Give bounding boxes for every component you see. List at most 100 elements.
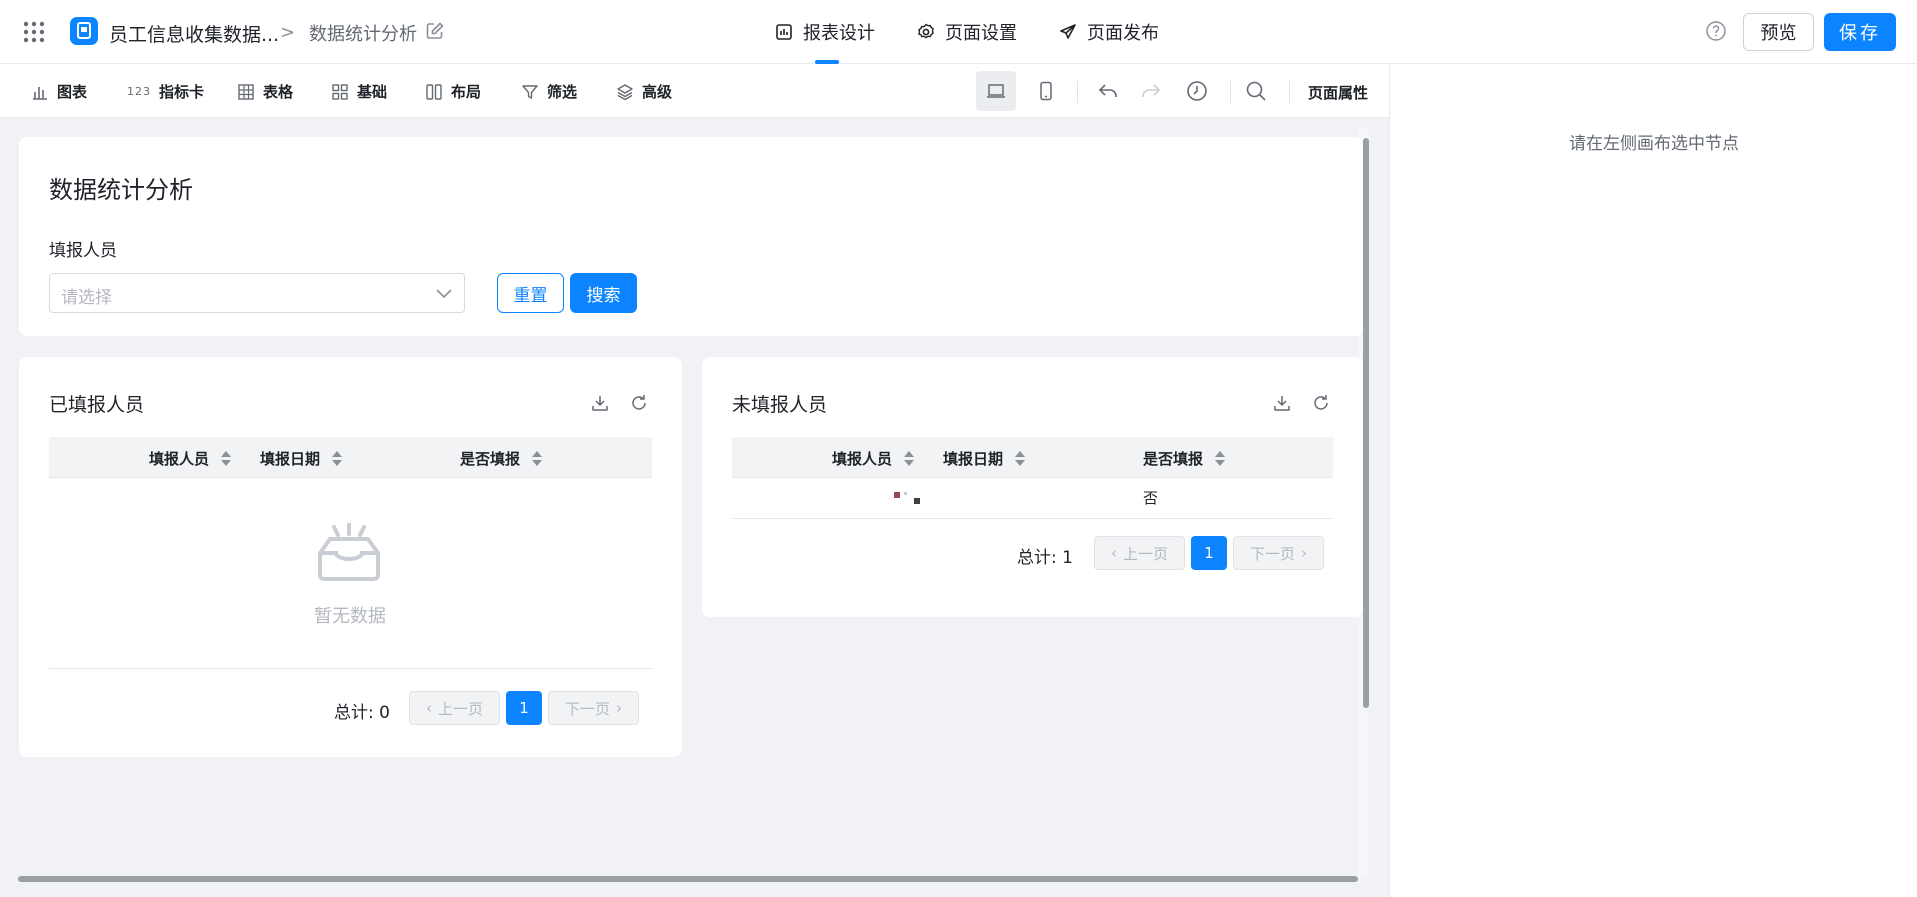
toolbar-label: 图表	[57, 83, 88, 101]
edit-icon[interactable]	[426, 22, 444, 40]
help-icon[interactable]	[1705, 20, 1727, 42]
sort-icon[interactable]	[221, 450, 232, 467]
person-select[interactable]: 请选择	[49, 273, 465, 313]
toolbar-label: 表格	[263, 83, 294, 101]
search-icon[interactable]	[1244, 79, 1268, 103]
tab-page-publish[interactable]: 页面发布	[1059, 0, 1159, 64]
laptop-icon	[987, 84, 1005, 98]
sort-icon[interactable]	[1015, 450, 1026, 467]
breadcrumb-separator: >	[280, 22, 296, 43]
layers-icon	[617, 83, 633, 100]
undo-icon[interactable]	[1096, 79, 1120, 103]
toolbar-basic[interactable]: 基础	[331, 81, 387, 102]
sort-icon[interactable]	[904, 450, 915, 467]
chevron-down-icon	[436, 289, 452, 299]
property-panel: 请在左侧画布选中节点	[1389, 65, 1917, 897]
redo-icon[interactable]	[1139, 79, 1163, 103]
chevron-right-icon: ›	[616, 699, 622, 717]
table-header: 填报人员 填报日期 是否填报	[732, 437, 1333, 478]
toolbar-advanced[interactable]: 高级	[616, 81, 672, 102]
send-icon	[1060, 24, 1076, 39]
tab-report-design[interactable]: 报表设计	[775, 0, 875, 64]
column-header-date[interactable]: 填报日期	[943, 448, 1026, 469]
toolbar-metric-card[interactable]: 123 指标卡	[127, 81, 204, 102]
report-icon	[776, 24, 792, 40]
filter-card[interactable]: 数据统计分析 填报人员 请选择 重置 搜索	[19, 137, 1363, 336]
vertical-scrollbar[interactable]	[1363, 138, 1369, 708]
page-name: 数据统计分析	[309, 24, 417, 45]
card-title: 未填报人员	[732, 394, 828, 416]
select-placeholder: 请选择	[61, 288, 112, 308]
chevron-right-icon: ›	[1301, 544, 1307, 562]
refresh-icon[interactable]	[629, 393, 649, 413]
chevron-left-icon: ‹	[425, 699, 432, 717]
card-title: 已填报人员	[49, 394, 145, 416]
toolbar-divider	[1289, 81, 1290, 103]
column-header-filled[interactable]: 是否填报	[1143, 448, 1226, 469]
current-page-button[interactable]: 1	[1191, 536, 1227, 570]
design-canvas[interactable]: 数据统计分析 填报人员 请选择 重置 搜索 已填报人员 填报人员 填报日期 是否…	[0, 118, 1389, 897]
number-icon: 123	[127, 85, 151, 98]
unfilled-persons-card[interactable]: 未填报人员 填报人员 填报日期 是否填报 否 总计: 1 ‹ 上一页 1 下一页 ›	[702, 357, 1363, 617]
basic-icon	[332, 83, 348, 100]
toolbar-label: 筛选	[547, 83, 578, 101]
toolbar-filter[interactable]: 筛选	[521, 81, 577, 102]
filled-status-cell: 否	[1143, 489, 1159, 507]
empty-box-icon	[318, 523, 380, 581]
filter-icon	[522, 84, 538, 99]
desktop-view-button[interactable]	[976, 71, 1016, 111]
download-icon[interactable]	[590, 393, 610, 413]
next-page-button[interactable]: 下一页 ›	[1233, 536, 1324, 570]
prev-page-button[interactable]: ‹ 上一页	[1094, 536, 1185, 570]
toolbar-divider	[1230, 81, 1231, 103]
table-row[interactable]: 否	[732, 478, 1333, 519]
tab-label: 报表设计	[803, 23, 875, 44]
avatar-icon	[894, 492, 920, 504]
bar-chart-icon	[33, 86, 47, 100]
sort-icon[interactable]	[1215, 450, 1226, 467]
toolbar-label: 高级	[642, 83, 673, 101]
refresh-icon[interactable]	[1311, 393, 1331, 413]
top-bar: 员工信息收集数据... > 数据统计分析 报表设计 页面设置 页面发布 预览 保…	[0, 0, 1917, 64]
table-header: 填报人员 填报日期 是否填报	[49, 437, 652, 478]
column-header-filled[interactable]: 是否填报	[460, 448, 543, 469]
design-tabs: 报表设计 页面设置 页面发布	[775, 0, 1201, 64]
app-name[interactable]: 员工信息收集数据...	[109, 20, 279, 47]
preview-button[interactable]: 预览	[1743, 13, 1814, 51]
filter-field-label: 填报人员	[49, 241, 117, 261]
table-footer-divider	[49, 668, 652, 669]
sort-icon[interactable]	[532, 450, 543, 467]
mobile-view-button[interactable]	[1026, 71, 1066, 111]
tab-page-settings[interactable]: 页面设置	[917, 0, 1017, 64]
page-title: 数据统计分析	[49, 176, 193, 204]
toolbar-table[interactable]: 表格	[237, 81, 293, 102]
filled-persons-card[interactable]: 已填报人员 填报人员 填报日期 是否填报 暂无数据 总计: 0 ‹ 上一页 1 下…	[19, 357, 682, 757]
layout-icon	[426, 83, 442, 100]
mobile-icon	[1040, 81, 1052, 101]
search-button[interactable]: 搜索	[570, 273, 637, 313]
toolbar-layout[interactable]: 布局	[425, 81, 481, 102]
history-icon[interactable]	[1185, 79, 1209, 103]
gear-icon	[918, 23, 934, 39]
column-header-person[interactable]: 填报人员	[832, 448, 915, 469]
app-grid-icon[interactable]	[22, 20, 46, 44]
next-page-button[interactable]: 下一页 ›	[548, 691, 639, 725]
column-header-date[interactable]: 填报日期	[260, 448, 343, 469]
reset-button[interactable]: 重置	[497, 273, 564, 313]
column-header-person[interactable]: 填报人员	[149, 448, 232, 469]
toolbar-label: 布局	[451, 83, 482, 101]
toolbar-divider	[1077, 81, 1078, 103]
page-properties-button[interactable]: 页面属性	[1308, 82, 1368, 103]
save-button[interactable]: 保存	[1824, 13, 1896, 51]
toolbar-chart[interactable]: 图表	[31, 81, 87, 102]
component-toolbar: 图表 123 指标卡 表格 基础 布局 筛选 高级 页面属性	[0, 65, 1389, 118]
download-icon[interactable]	[1272, 393, 1292, 413]
sort-icon[interactable]	[332, 450, 343, 467]
current-page-button[interactable]: 1	[506, 691, 542, 725]
horizontal-scrollbar[interactable]	[18, 876, 1358, 882]
tab-label: 页面设置	[945, 23, 1017, 44]
prev-page-button[interactable]: ‹ 上一页	[409, 691, 500, 725]
toolbar-label: 基础	[357, 83, 388, 101]
app-logo	[70, 17, 98, 45]
tab-label: 页面发布	[1087, 23, 1159, 44]
